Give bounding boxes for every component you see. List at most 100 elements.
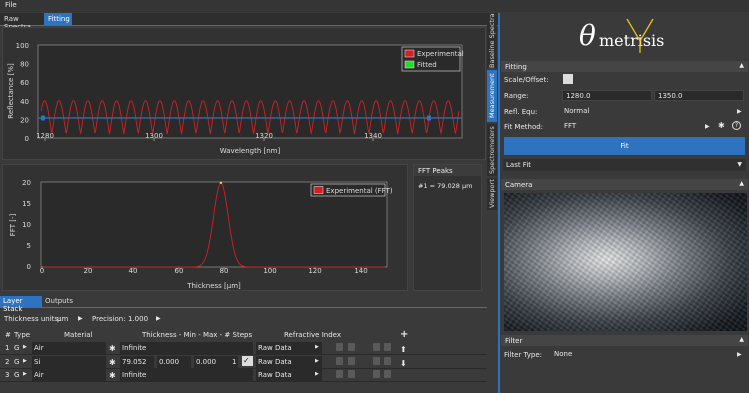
chevron-right-icon: ▶ (23, 358, 27, 364)
thickness-units-select[interactable]: µm (57, 315, 68, 323)
gear-icon[interactable]: ✱ (107, 342, 118, 354)
material-field[interactable]: Air (32, 369, 106, 381)
chevron-right-icon: ▶ (315, 344, 319, 350)
copy-icon[interactable] (373, 357, 380, 365)
scale-offset-checkbox[interactable] (563, 74, 573, 84)
chevron-right-icon: ▶ (78, 315, 83, 322)
units-row: Thickness units: µm ▶ Precision: 1.000 ▶ (0, 312, 487, 326)
logo-mark (626, 18, 654, 53)
fit-checkbox[interactable]: ✓ (242, 356, 253, 366)
legend-fft: Experimental (FFT) (326, 187, 393, 195)
logo: θ metrisis (579, 13, 679, 59)
tab-measurement[interactable]: Measurement (487, 70, 497, 122)
range-min-handle[interactable] (41, 115, 45, 121)
material-field[interactable]: Air (32, 342, 106, 354)
steps-field[interactable]: 1 (230, 356, 238, 368)
fft-chart-panel: FFT [-] 20 15 10 5 0 0 20 40 60 80 100 1… (2, 164, 408, 291)
tab-outputs[interactable]: Outputs (42, 296, 74, 308)
refresh-icon[interactable] (348, 370, 355, 378)
delete-icon[interactable] (384, 357, 391, 365)
thickness-min-field[interactable]: 0.000 (157, 356, 191, 368)
bottom-tab-bar: Layer Stack Outputs (0, 296, 487, 313)
chevron-right-icon: ▶ (737, 351, 742, 358)
delete-icon[interactable] (384, 343, 391, 351)
fft-chart: FFT [-] 20 15 10 5 0 0 20 40 60 80 100 1… (9, 179, 393, 290)
copy-icon[interactable] (373, 343, 380, 351)
row-num: 3 (5, 371, 10, 379)
fft-xlabel: Thickness [µm] (186, 282, 241, 290)
tab-viewport[interactable]: Viewport (487, 178, 497, 210)
refl-equ-select[interactable]: Normal (562, 106, 744, 117)
legend-swatch-fitted (404, 60, 415, 69)
delete-icon[interactable] (384, 370, 391, 378)
chevron-right-icon: ▶ (705, 123, 710, 130)
range-min-input[interactable]: 1280.0 (562, 90, 652, 101)
spectrum-chart-panel: Reflectance [%] 100 80 60 40 20 0 1280 1… (2, 27, 486, 160)
thickness-field[interactable]: Infinite (120, 369, 253, 381)
fit-button[interactable]: Fit (504, 137, 745, 155)
y-tick: 5 (27, 242, 31, 250)
y-tick: 0 (25, 135, 29, 143)
tab-baseline-spectra[interactable]: Baseline Spectra (487, 13, 497, 68)
tab-layer-stack[interactable]: Layer Stack (0, 296, 42, 313)
add-layer-icon[interactable]: + (400, 329, 408, 340)
y-tick: 20 (20, 116, 29, 124)
y-tick: 0 (27, 263, 31, 271)
help-icon[interactable]: ? (732, 121, 741, 130)
edit-icon[interactable] (336, 370, 343, 378)
right-panel: θ metrisis Fitting ▲ Scale/Offset: Range… (501, 13, 749, 393)
camera-view-image[interactable] (504, 193, 747, 331)
y-tick: 20 (22, 179, 31, 187)
material-field[interactable]: Si (32, 356, 106, 368)
edit-icon[interactable] (336, 357, 343, 365)
fft-peaks-title: FFT Peaks (414, 165, 481, 176)
fitting-section-header[interactable]: Fitting ▲ (501, 61, 748, 72)
fitting-section-title: Fitting (505, 63, 527, 71)
fit-method-select[interactable]: FFT (562, 121, 702, 132)
legend-swatch-fft (313, 186, 324, 194)
legend-fitted: Fitted (417, 61, 437, 69)
panel-divider[interactable] (498, 13, 500, 393)
collapse-icon: ▲ (739, 62, 744, 69)
camera-section-header[interactable]: Camera ▲ (501, 179, 748, 190)
filter-type-select[interactable]: None (552, 349, 742, 360)
fft-peak-item[interactable]: #1 = 79.028 µm (414, 176, 481, 196)
filter-section-header[interactable]: Filter ▲ (501, 335, 748, 346)
gear-icon[interactable]: ✱ (107, 356, 118, 368)
refresh-icon[interactable] (348, 343, 355, 351)
collapse-icon: ▲ (739, 336, 744, 343)
file-menu[interactable]: File (5, 1, 17, 9)
thickness-field[interactable]: 79.052 (120, 356, 154, 368)
layer-table-header: # Type Material Thickness - Min - Max - … (0, 328, 487, 342)
gear-icon[interactable]: ✱ (107, 369, 118, 381)
copy-icon[interactable] (373, 370, 380, 378)
fft-peak-marker (219, 181, 223, 185)
fit-method-label: Fit Method: (504, 123, 544, 131)
tab-fitting[interactable]: Fitting (44, 13, 72, 26)
tab-raw-spectra[interactable]: Raw Spectra (0, 13, 44, 31)
refresh-icon[interactable] (348, 357, 355, 365)
thickness-field[interactable]: Infinite (120, 342, 253, 354)
row-num: 1 (5, 344, 10, 352)
tab-spectrometers[interactable]: Spectrometers (487, 124, 497, 176)
camera-section-title: Camera (505, 181, 533, 189)
col-material: Material (64, 331, 93, 339)
col-thickness: Thickness - Min - Max - # Steps (142, 331, 253, 339)
chevron-right-icon: ▶ (23, 344, 27, 350)
range-max-input[interactable]: 1350.0 (654, 90, 744, 101)
gear-icon[interactable]: ✱ (718, 121, 725, 130)
filter-type-label: Filter Type: (504, 351, 542, 359)
export-icon[interactable]: ⬇ (400, 359, 407, 368)
fft-ylabel: FFT [-] (9, 214, 17, 237)
precision-select[interactable]: 1.000 (128, 315, 148, 323)
menu-bar: File (0, 0, 749, 12)
precision-label: Precision: (92, 315, 126, 323)
camera-texture (504, 193, 747, 331)
refl-equ-label: Refl. Equ: (504, 108, 538, 116)
edit-icon[interactable] (336, 343, 343, 351)
table-row: 2 G ▶ Si ✱ 79.052 0.000 0.000 1 ✓ Raw Da… (0, 355, 487, 369)
import-icon[interactable]: ⬆ (400, 345, 407, 354)
last-fit-header[interactable]: Last Fit ▼ (503, 159, 746, 171)
y-tick: 80 (20, 61, 29, 69)
range-max-handle[interactable] (427, 115, 431, 121)
